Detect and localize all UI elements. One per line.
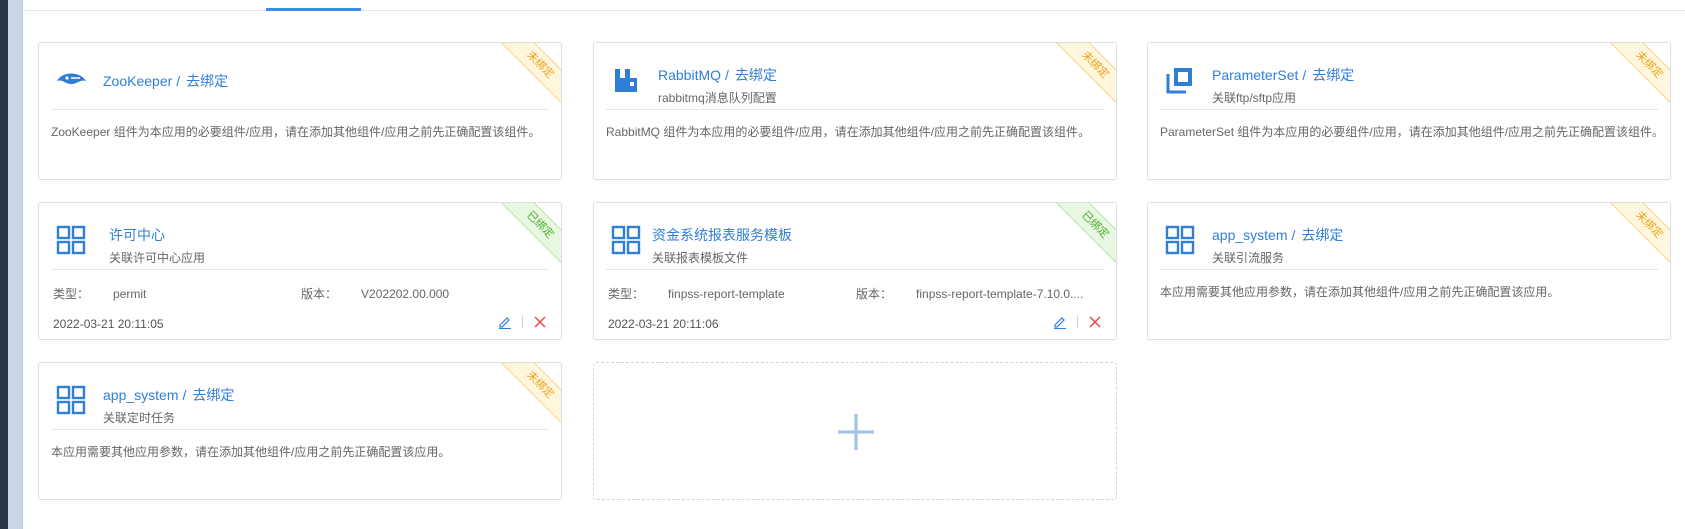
card-actions [1053,313,1102,331]
version-field: 版本： finpss-report-template-7.10.0.... [856,285,1083,302]
card-title: app_system / 去绑定 [1212,227,1344,243]
card-title: 许可中心 [109,225,165,245]
card-header: ZooKeeper / 去绑定 [51,53,549,110]
bound-date: 2022-03-21 20:11:05 [53,317,164,331]
parameterset-icon [1166,68,1192,94]
card-subtitle: 关联定时任务 [103,411,176,425]
edit-icon[interactable] [1053,315,1067,329]
card-description: ZooKeeper 组件为本应用的必要组件/应用，请在添加其他组件/应用之前先正… [51,125,541,139]
card-title: ParameterSet / 去绑定 [1212,67,1355,83]
zookeeper-icon [57,73,86,85]
type-value: permit [113,287,147,301]
card-header: ParameterSet / 去绑定 关联ftp/sftp应用 [1160,53,1658,110]
edit-icon[interactable] [498,315,512,329]
component-card-rabbitmq[interactable]: 未绑定 RabbitMQ / 去绑定 rabbitmq消息队列配置 RabbitMQ… [593,42,1117,180]
component-card-parameterset[interactable]: 未绑定 ParameterSet / 去绑定 关联ftp/sftp应用 Parame… [1147,42,1671,180]
add-component-card[interactable] [593,362,1117,500]
grid-app-icon [611,225,641,255]
version-label: 版本： [301,287,338,301]
version-value: V202202.00.000 [361,287,450,301]
grid-app-icon [56,385,86,415]
action-divider [1077,316,1078,328]
component-name: ParameterSet [1212,67,1299,83]
type-label: 类型： [608,287,645,301]
grid-app-icon [56,225,86,255]
grid-app-icon [1165,225,1195,255]
type-label: 类型： [53,287,90,301]
left-nav-strip [8,0,23,529]
left-nav-edge [0,0,8,529]
app-card-app-system-traffic[interactable]: 未绑定 app_system / 去绑定 关联引流服务 本应用需要其他应用参数，请在… [1147,202,1671,340]
bound-date: 2022-03-21 20:11:06 [608,317,719,331]
app-card-report-template[interactable]: 已绑定 资金系统报表服务模板 关联报表模板文件 类型： finpss-report… [593,202,1117,340]
component-name: ZooKeeper [103,73,173,89]
bind-link[interactable]: 去绑定 [735,67,777,83]
card-title: 资金系统报表服务模板 [652,225,792,245]
card-subtitle: 关联ftp/sftp应用 [1212,91,1297,105]
bind-link[interactable]: 去绑定 [1312,67,1354,83]
component-name: RabbitMQ [658,67,722,83]
plus-icon[interactable] [836,412,876,452]
card-title: RabbitMQ / 去绑定 [658,67,777,83]
component-card-zookeeper[interactable]: 未绑定 ZooKeeper / 去绑定 ZooKeeper 组件为本应用的必要组件/… [38,42,562,180]
card-subtitle: 关联许可中心应用 [109,251,206,265]
app-name[interactable]: 许可中心 [109,227,165,243]
card-header: RabbitMQ / 去绑定 rabbitmq消息队列配置 [606,53,1104,110]
card-description: 本应用需要其他应用参数，请在添加其他组件/应用之前先正确配置该应用。 [1160,285,1560,299]
card-title: app_system / 去绑定 [103,387,235,403]
type-field: 类型： finpss-report-template [608,285,785,302]
active-tab-indicator[interactable] [266,8,361,11]
card-subtitle: 关联引流服务 [1212,251,1285,265]
card-description: ParameterSet 组件为本应用的必要组件/应用，请在添加其他组件/应用之… [1160,125,1665,139]
delete-icon[interactable] [533,315,547,329]
card-header: 许可中心 关联许可中心应用 [51,213,549,270]
version-field: 版本： V202202.00.000 [301,285,449,302]
card-description: RabbitMQ 组件为本应用的必要组件/应用，请在添加其他组件/应用之前先正确… [606,125,1091,139]
card-header: 资金系统报表服务模板 关联报表模板文件 [606,213,1104,270]
bind-link[interactable]: 去绑定 [1301,227,1343,243]
card-actions [498,313,547,331]
bind-link[interactable]: 去绑定 [186,73,228,89]
type-field: 类型： permit [53,285,146,302]
card-title: ZooKeeper / 去绑定 [103,73,229,89]
bind-link[interactable]: 去绑定 [192,387,234,403]
app-card-app-system-scheduler[interactable]: 未绑定 app_system / 去绑定 关联定时任务 本应用需要其他应用参数，请在… [38,362,562,500]
card-description: 本应用需要其他应用参数，请在添加其他组件/应用之前先正确配置该应用。 [51,445,451,459]
version-label: 版本： [856,287,893,301]
action-divider [522,316,523,328]
card-subtitle: rabbitmq消息队列配置 [658,91,777,105]
card-header: app_system / 去绑定 关联引流服务 [1160,213,1658,270]
app-card-permit[interactable]: 已绑定 许可中心 关联许可中心应用 类型： permit 版本： V202202.0… [38,202,562,340]
card-header: app_system / 去绑定 关联定时任务 [51,373,549,430]
card-subtitle: 关联报表模板文件 [652,251,749,265]
app-name: app_system [1212,227,1288,243]
rabbitmq-icon [615,69,637,92]
type-value: finpss-report-template [668,287,785,301]
version-value: finpss-report-template-7.10.0.... [916,287,1084,301]
app-name[interactable]: 资金系统报表服务模板 [652,227,792,243]
delete-icon[interactable] [1088,315,1102,329]
app-name: app_system [103,387,179,403]
